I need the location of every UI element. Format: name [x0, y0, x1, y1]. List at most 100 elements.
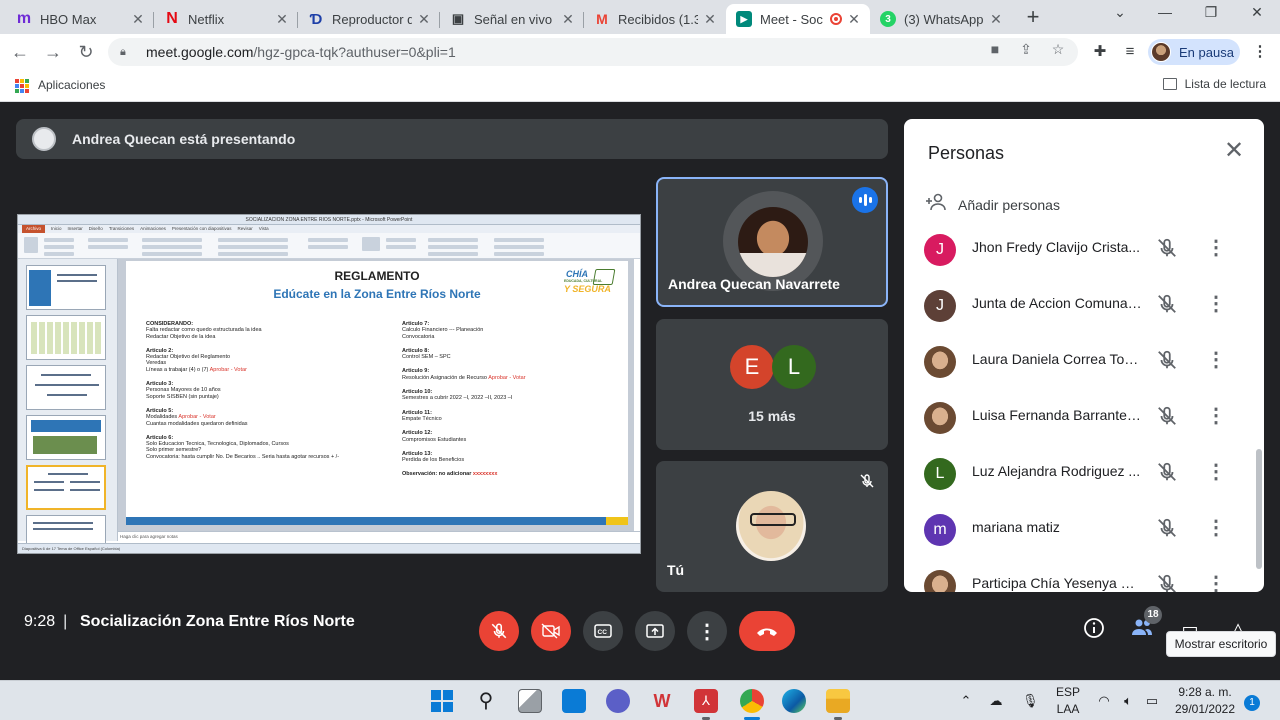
meeting-details-button[interactable]	[1082, 617, 1106, 641]
apps-icon[interactable]	[15, 79, 29, 93]
close-icon[interactable]: ✕	[416, 11, 432, 28]
slide-footer-bar	[126, 517, 628, 525]
list-item[interactable]: Luisa Fernanda Barrantes ... ⋮	[904, 388, 1254, 444]
task-view-icon[interactable]	[518, 689, 542, 713]
language-indicator[interactable]: ESP LAA	[1054, 685, 1082, 716]
tab-meet[interactable]: ▶ Meet - Soc ✕	[726, 4, 870, 34]
star-icon[interactable]: ☆	[1049, 40, 1067, 58]
slide-text-line: Cuantas modalidades quedaron definidas	[146, 420, 248, 427]
close-icon[interactable]: ✕	[846, 11, 862, 28]
hbo-icon: m	[16, 10, 32, 27]
avatar	[924, 402, 956, 434]
list-item[interactable]: L Luz Alejandra Rodriguez ... ⋮	[904, 444, 1254, 500]
file-explorer-icon[interactable]	[826, 689, 850, 713]
menu-icon[interactable]: ⋮	[1250, 42, 1270, 62]
more-vert-icon[interactable]: ⋮	[1206, 572, 1226, 592]
more-vert-icon[interactable]: ⋮	[1206, 292, 1226, 316]
avatar	[32, 127, 56, 151]
more-vert-icon[interactable]: ⋮	[1206, 404, 1226, 428]
windows-start-icon[interactable]	[430, 689, 454, 713]
tab-hbo-max[interactable]: m HBO Max ✕	[6, 4, 154, 34]
chevron-down-icon[interactable]: ⌄	[1105, 4, 1135, 21]
toggle-mic-button[interactable]	[479, 611, 519, 651]
meet-stage: Andrea Quecan está presentando SOCIALIZA…	[0, 103, 1280, 680]
close-icon[interactable]: ✕	[130, 11, 146, 28]
battery-icon[interactable]: ▭	[1144, 693, 1160, 709]
slide-section-heading: Observación: no adicionar xxxxxxxx	[402, 471, 498, 478]
toggle-camera-button[interactable]	[531, 611, 571, 651]
avatar	[736, 491, 806, 561]
present-button[interactable]	[635, 611, 675, 651]
back-button[interactable]: ←	[8, 40, 32, 64]
tab-netflix[interactable]: N Netflix ✕	[154, 4, 298, 34]
leave-call-button[interactable]	[739, 611, 795, 651]
captions-button[interactable]: CC	[583, 611, 623, 651]
close-window-button[interactable]: ✕	[1242, 4, 1272, 21]
avatar	[924, 346, 956, 378]
browser-toolbar: ← → ↻ 🔒︎ meet.google.com/hgz-gpca-tqk?au…	[0, 34, 1280, 70]
tab-gmail[interactable]: M Recibidos (1.36 ✕	[584, 4, 726, 34]
chevron-up-icon[interactable]: ⌃	[958, 693, 974, 709]
close-icon[interactable]: ✕	[988, 11, 1004, 28]
list-item[interactable]: J Jhon Fredy Clavijo Crista... ⋮	[904, 220, 1254, 276]
new-tab-button[interactable]: +	[1022, 6, 1044, 28]
more-vert-icon[interactable]: ⋮	[1206, 348, 1226, 372]
close-icon[interactable]: ✕	[1222, 139, 1246, 163]
more-vert-icon[interactable]: ⋮	[1206, 460, 1226, 484]
close-icon[interactable]: ✕	[702, 11, 718, 28]
tooltip: Mostrar escritorio	[1166, 631, 1276, 657]
close-icon[interactable]: ✕	[560, 11, 576, 28]
list-item[interactable]: Participa Chía Yesenya M... ⋮	[904, 556, 1254, 592]
tab-senal-en-vivo[interactable]: ▣ Señal en vivo | ✕	[440, 4, 584, 34]
netflix-icon: N	[166, 10, 178, 27]
list-item[interactable]: J Junta de Accion Comunal... ⋮	[904, 276, 1254, 332]
minimize-button[interactable]: —	[1150, 4, 1180, 20]
pdf-reader-icon[interactable]: ⅄	[694, 689, 718, 713]
forward-button[interactable]: →	[41, 40, 65, 64]
more-vert-icon[interactable]: ⋮	[1206, 516, 1226, 540]
apps-bookmark[interactable]: Aplicaciones	[38, 78, 105, 92]
scrollbar[interactable]	[1256, 449, 1262, 569]
url-path: /hgz-gpca-tqk?authuser=0&pli=1	[253, 44, 456, 60]
participant-name: Luisa Fernanda Barrantes ...	[972, 407, 1142, 423]
address-bar[interactable]: 🔒︎ meet.google.com/hgz-gpca-tqk?authuser…	[108, 38, 1078, 66]
list-item[interactable]: Laura Daniela Correa Torr... ⋮	[904, 332, 1254, 388]
participant-tile-self[interactable]: Tú	[656, 461, 888, 592]
wifi-icon[interactable]: ◠	[1096, 693, 1112, 709]
avatar: J	[924, 234, 956, 266]
close-icon[interactable]: ✕	[274, 11, 290, 28]
extensions-icon[interactable]: ✚	[1090, 42, 1110, 62]
chrome-icon[interactable]	[740, 689, 764, 713]
list-item[interactable]: m mariana matiz ⋮	[904, 500, 1254, 556]
widgets-icon[interactable]	[562, 689, 586, 713]
reload-button[interactable]: ↻	[74, 40, 98, 64]
participant-name: Luz Alejandra Rodriguez ...	[972, 463, 1141, 479]
mic-off-icon	[491, 623, 507, 639]
reading-list-button[interactable]: Lista de lectura	[1162, 77, 1266, 91]
media-control-icon[interactable]: ≡	[1120, 42, 1140, 62]
svg-text:CC: CC	[598, 629, 608, 636]
speaker-icon[interactable]: 🔈︎	[1120, 693, 1136, 709]
search-icon[interactable]: ⚲	[474, 689, 498, 713]
more-vert-icon[interactable]: ⋮	[1206, 236, 1226, 260]
tab-whatsapp[interactable]: 3 (3) WhatsApp ✕	[870, 4, 1012, 34]
share-icon[interactable]: ⇪	[1017, 40, 1035, 58]
powerpoint-title-bar: SOCIALIZACION ZONA ENTRE RIOS NORTE.pptx…	[18, 215, 640, 225]
edge-icon[interactable]	[782, 689, 806, 713]
camera-icon[interactable]: ■	[986, 40, 1004, 58]
slide-notes: Haga clic para agregar notas	[118, 531, 640, 543]
participant-tile-more[interactable]: E L 15 más	[656, 319, 888, 450]
onedrive-icon[interactable]: ☁	[988, 693, 1004, 709]
profile-button[interactable]: En pausa	[1148, 39, 1240, 65]
participant-tile-presenter[interactable]: Andrea Quecan Navarrete	[656, 177, 888, 307]
more-options-button[interactable]: ⋮	[687, 611, 727, 651]
microphone-icon[interactable]: 🎙︎	[1022, 693, 1039, 709]
notification-badge[interactable]: 1	[1244, 695, 1260, 711]
wps-office-icon[interactable]: W	[650, 689, 674, 713]
taskbar-clock[interactable]: 9:28 a. m. 29/01/2022	[1172, 685, 1238, 716]
restore-button[interactable]: ❐	[1196, 4, 1226, 21]
teams-chat-icon[interactable]	[606, 689, 630, 713]
avatar	[1151, 42, 1171, 62]
add-people-button[interactable]: Añadir personas	[924, 193, 1060, 216]
tab-reproductor[interactable]: Ɗ Reproductor de ✕	[298, 4, 440, 34]
